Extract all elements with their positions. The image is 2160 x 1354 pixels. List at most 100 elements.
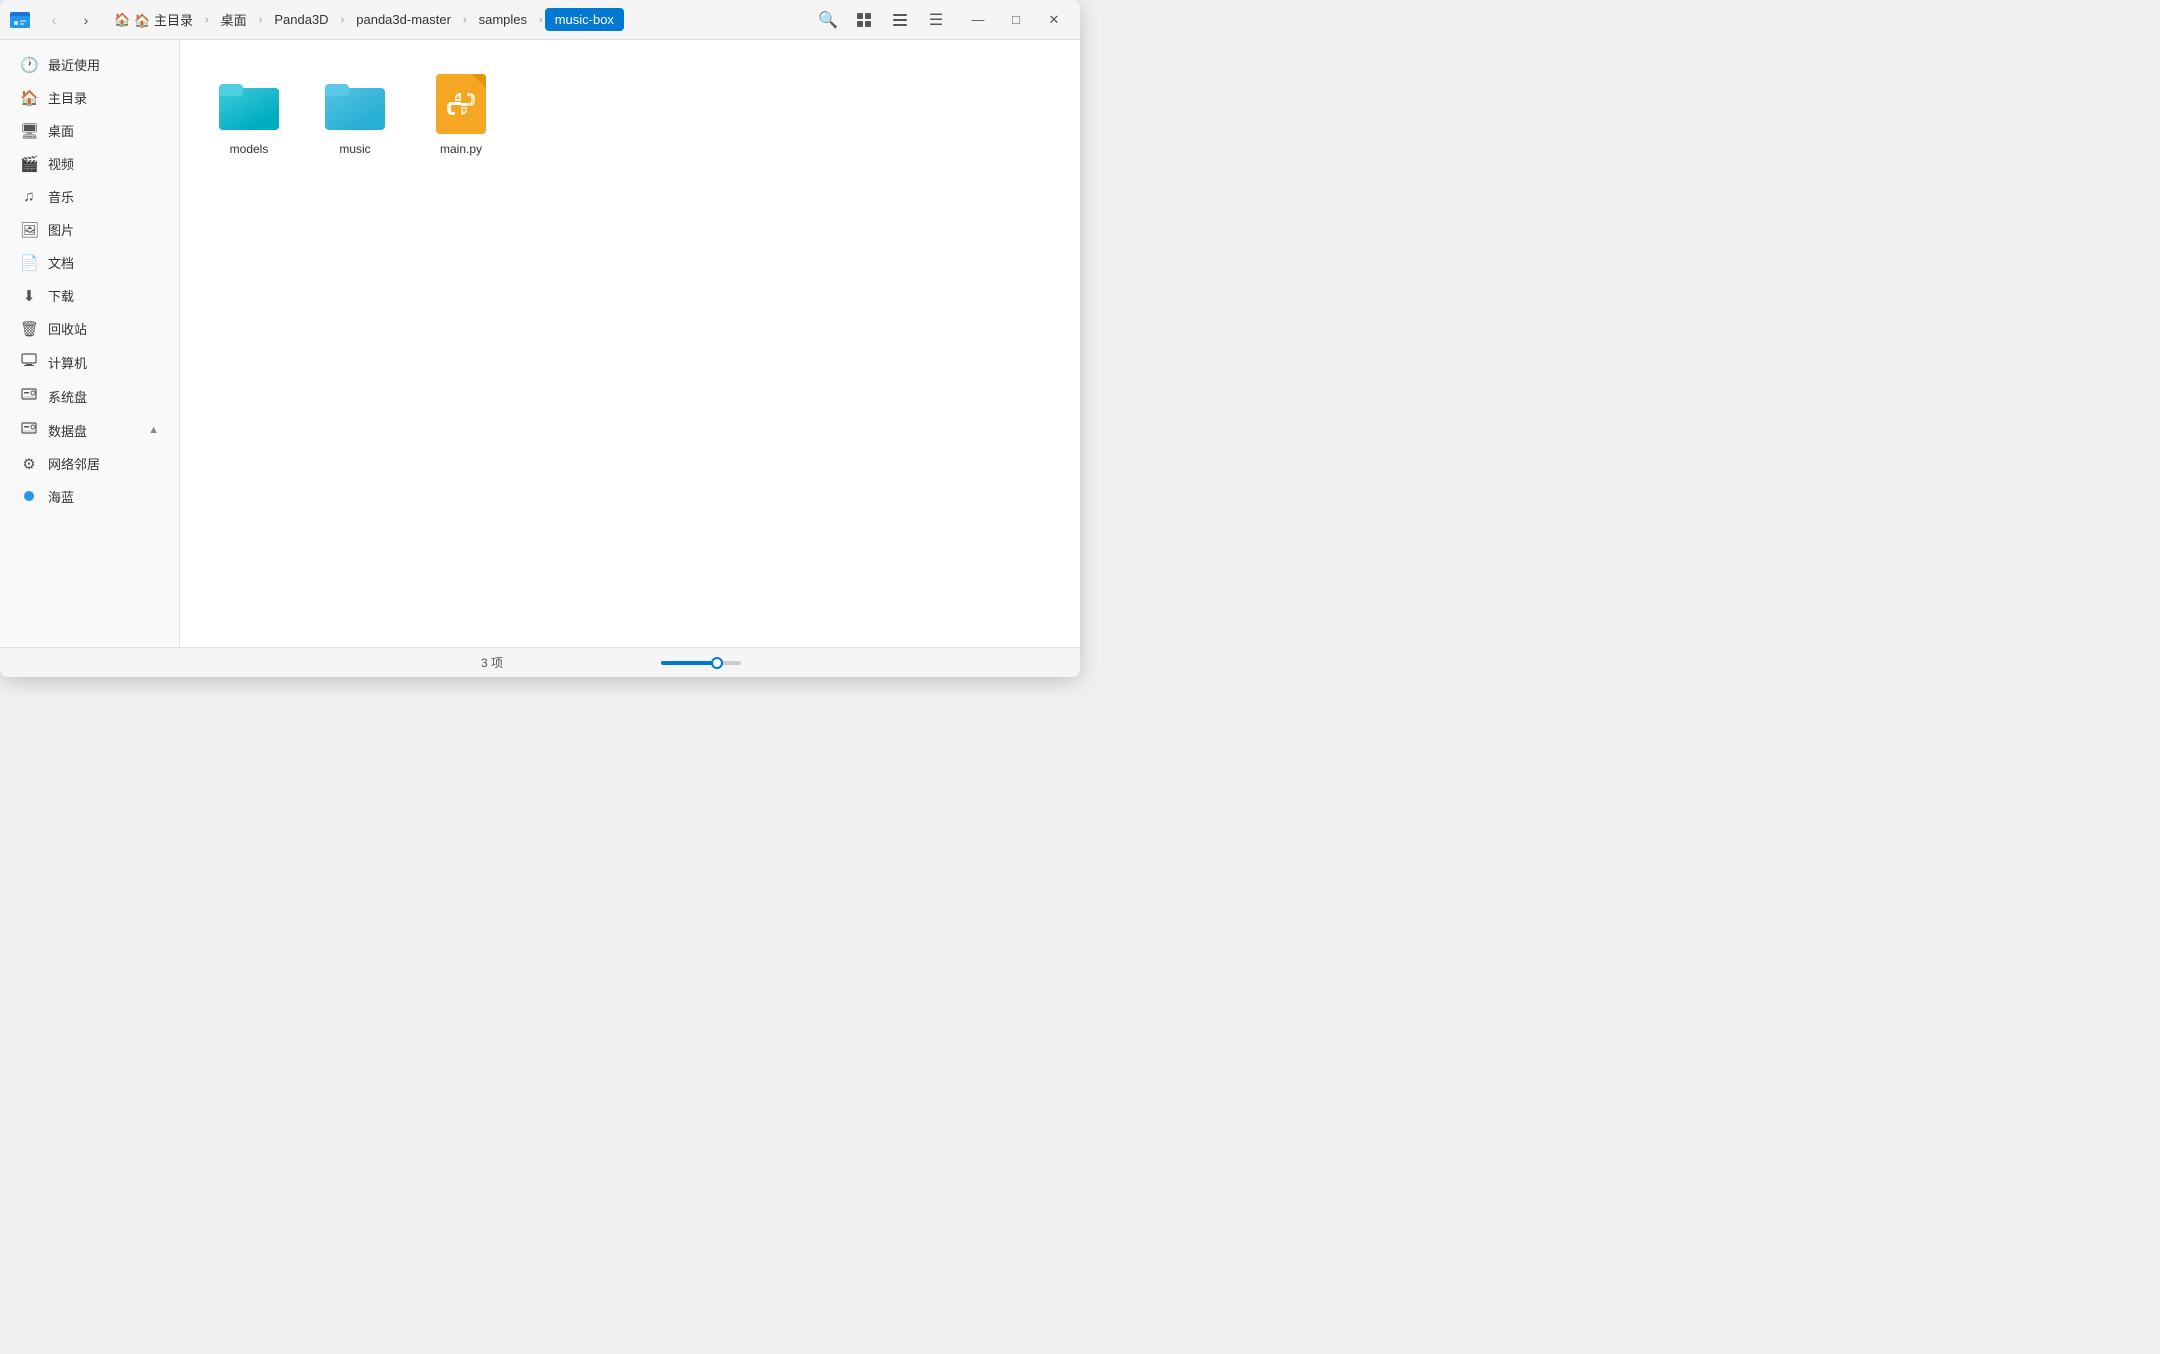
- file-content: models: [180, 40, 1080, 647]
- system-disk-icon: [20, 386, 38, 406]
- sidebar-item-videos[interactable]: 🎬 视频: [4, 147, 175, 180]
- file-grid: models: [204, 64, 1056, 623]
- minimize-button[interactable]: —: [960, 6, 996, 34]
- item-count-label: 3 项: [339, 654, 646, 671]
- recent-icon: 🕐: [20, 56, 38, 74]
- sidebar-item-system-disk[interactable]: 系统盘: [4, 379, 175, 413]
- breadcrumb-samples[interactable]: samples: [469, 8, 537, 31]
- network-icon: ⚙: [20, 455, 38, 473]
- sidebar-item-data-disk[interactable]: 数据盘 ▲: [4, 413, 175, 447]
- computer-icon: [20, 352, 38, 372]
- main-py-icon-wrapper: [429, 72, 493, 136]
- app-icon: [8, 8, 32, 32]
- close-button[interactable]: ✕: [1036, 6, 1072, 34]
- sidebar-item-hailan-label: 海蓝: [48, 487, 74, 506]
- sidebar-item-desktop[interactable]: 🖥 桌面: [4, 114, 175, 147]
- breadcrumb-samples-label: samples: [479, 12, 527, 27]
- sidebar-item-pictures-label: 图片: [48, 220, 74, 239]
- statusbar: 3 项: [0, 647, 1080, 677]
- main-area: 🕐 最近使用 🏠 主目录 🖥 桌面 🎬 视频 ♫ 音乐 🖼 图片: [0, 40, 1080, 647]
- sidebar-item-videos-label: 视频: [48, 154, 74, 173]
- back-button[interactable]: ‹: [40, 6, 68, 34]
- sidebar: 🕐 最近使用 🏠 主目录 🖥 桌面 🎬 视频 ♫ 音乐 🖼 图片: [0, 40, 180, 647]
- titlebar-actions: 🔍 ☰: [812, 4, 952, 36]
- search-button[interactable]: 🔍: [812, 4, 844, 36]
- sidebar-item-music-label: 音乐: [48, 187, 74, 206]
- file-item-models[interactable]: models: [204, 64, 294, 164]
- sidebar-item-system-disk-label: 系统盘: [48, 387, 87, 406]
- sidebar-item-pictures[interactable]: 🖼 图片: [4, 213, 175, 246]
- sidebar-item-network[interactable]: ⚙ 网络邻居: [4, 447, 175, 480]
- main-py-name: main.py: [440, 142, 482, 156]
- models-folder-name: models: [230, 142, 269, 156]
- home-icon: 🏠: [114, 12, 130, 28]
- trash-icon: 🗑: [20, 320, 38, 338]
- sidebar-item-trash-label: 回收站: [48, 319, 87, 338]
- grid-view-button[interactable]: [848, 4, 880, 36]
- sidebar-item-documents[interactable]: 📄 文档: [4, 246, 175, 279]
- zoom-slider[interactable]: [661, 661, 741, 665]
- breadcrumb-desktop-label: 桌面: [221, 10, 247, 29]
- sep-4: ›: [463, 14, 467, 26]
- sep-3: ›: [341, 14, 345, 26]
- breadcrumb-music-box[interactable]: music-box: [545, 8, 624, 31]
- sidebar-item-data-disk-label: 数据盘: [48, 421, 87, 440]
- sidebar-item-home[interactable]: 🏠 主目录: [4, 81, 175, 114]
- breadcrumb-home-label: 🏠 主目录: [134, 10, 193, 29]
- sep-5: ›: [539, 14, 543, 26]
- sidebar-item-downloads-label: 下载: [48, 286, 74, 305]
- sidebar-item-trash[interactable]: 🗑 回收站: [4, 312, 175, 345]
- breadcrumb-panda3d-master-label: panda3d-master: [356, 12, 451, 27]
- videos-icon: 🎬: [20, 155, 38, 173]
- titlebar: ‹ › 🏠 🏠 主目录 › 桌面 › Panda3D › panda3d-mas…: [0, 0, 1080, 40]
- zoom-track: [661, 661, 717, 665]
- sidebar-item-computer[interactable]: 计算机: [4, 345, 175, 379]
- breadcrumb-panda3d-master[interactable]: panda3d-master: [346, 8, 461, 31]
- eject-icon[interactable]: ▲: [148, 424, 159, 436]
- breadcrumb-desktop[interactable]: 桌面: [211, 6, 257, 33]
- home-nav-icon: 🏠: [20, 89, 38, 107]
- file-manager-window: ‹ › 🏠 🏠 主目录 › 桌面 › Panda3D › panda3d-mas…: [0, 0, 1080, 677]
- menu-button[interactable]: ☰: [920, 4, 952, 36]
- desktop-icon: 🖥: [20, 122, 38, 140]
- music-folder-svg: [325, 78, 385, 130]
- breadcrumb-home[interactable]: 🏠 🏠 主目录: [104, 6, 203, 33]
- pictures-icon: 🖼: [20, 221, 38, 239]
- fold-corner: [472, 74, 486, 88]
- sidebar-item-hailan[interactable]: 海蓝: [4, 480, 175, 513]
- forward-button[interactable]: ›: [72, 6, 100, 34]
- sep-1: ›: [205, 14, 209, 26]
- music-folder-icon-wrapper: [323, 72, 387, 136]
- file-item-main-py[interactable]: main.py: [416, 64, 506, 164]
- sidebar-item-downloads[interactable]: ⬇ 下载: [4, 279, 175, 312]
- sep-2: ›: [259, 14, 263, 26]
- sidebar-item-recent-label: 最近使用: [48, 55, 100, 74]
- sidebar-item-home-label: 主目录: [48, 88, 87, 107]
- sidebar-item-documents-label: 文档: [48, 253, 74, 272]
- downloads-icon: ⬇: [20, 287, 38, 305]
- breadcrumb-music-box-label: music-box: [555, 12, 614, 27]
- list-view-button[interactable]: [884, 4, 916, 36]
- python-logo-svg: [446, 89, 476, 119]
- python-file-icon: [436, 74, 486, 134]
- sidebar-item-desktop-label: 桌面: [48, 121, 74, 140]
- sidebar-item-network-label: 网络邻居: [48, 454, 100, 473]
- zoom-control: [661, 661, 741, 665]
- maximize-button[interactable]: □: [998, 6, 1034, 34]
- zoom-thumb[interactable]: [711, 657, 723, 669]
- music-folder-name: music: [339, 142, 370, 156]
- window-controls: — □ ✕: [960, 6, 1072, 34]
- breadcrumb-panda3d[interactable]: Panda3D: [264, 8, 338, 31]
- documents-icon: 📄: [20, 254, 38, 272]
- models-folder-svg: [219, 78, 279, 130]
- breadcrumb: 🏠 🏠 主目录 › 桌面 › Panda3D › panda3d-master …: [104, 6, 800, 33]
- data-disk-icon: [20, 420, 38, 440]
- models-folder-icon-wrapper: [217, 72, 281, 136]
- file-item-music[interactable]: music: [310, 64, 400, 164]
- hailan-dot-icon: [20, 488, 38, 505]
- sidebar-item-music[interactable]: ♫ 音乐: [4, 180, 175, 213]
- music-icon: ♫: [20, 188, 38, 205]
- breadcrumb-panda3d-label: Panda3D: [274, 12, 328, 27]
- sidebar-item-recent[interactable]: 🕐 最近使用: [4, 48, 175, 81]
- sidebar-item-computer-label: 计算机: [48, 353, 87, 372]
